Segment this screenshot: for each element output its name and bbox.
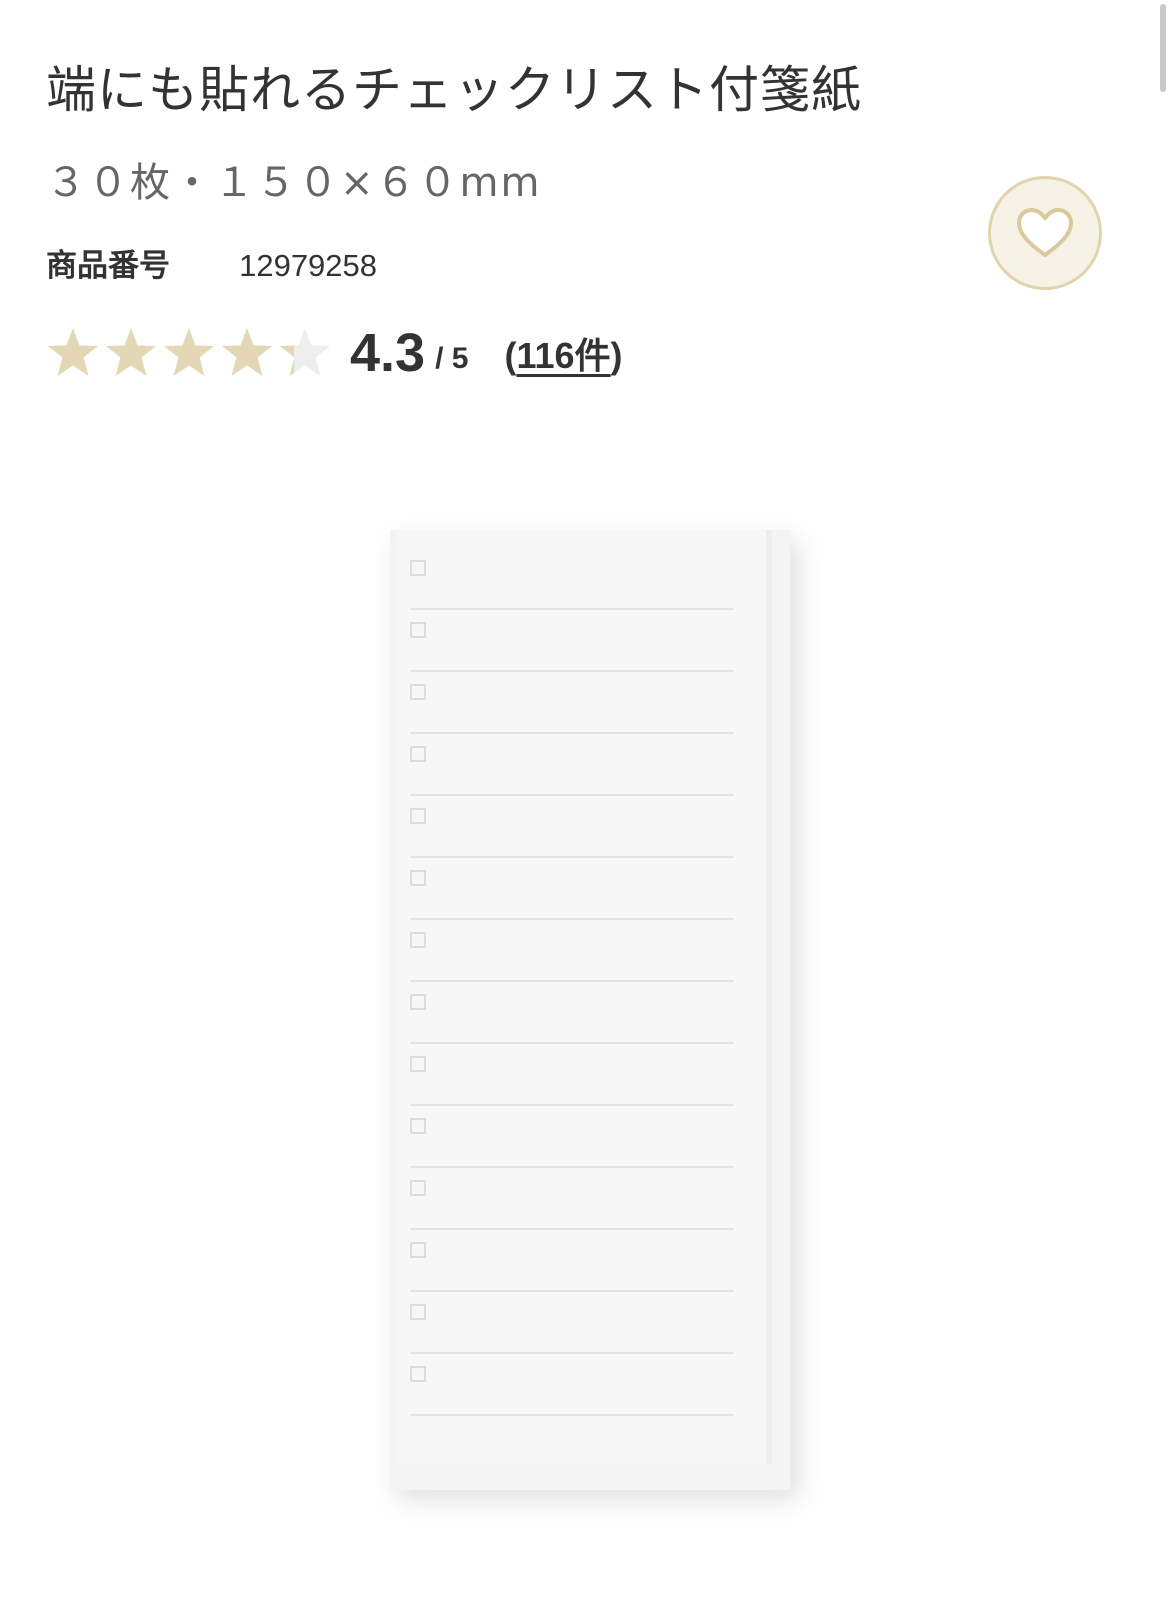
checkbox-icon bbox=[410, 1304, 426, 1320]
checkbox-icon bbox=[410, 994, 426, 1010]
product-code-label: 商品番号 bbox=[46, 248, 170, 284]
star-icon bbox=[106, 328, 156, 376]
checkbox-icon bbox=[410, 870, 426, 886]
checkbox-icon bbox=[410, 684, 426, 700]
review-count-open: ( bbox=[504, 335, 517, 376]
checklist-row bbox=[410, 858, 734, 920]
checkbox-icon bbox=[410, 808, 426, 824]
checklist-row bbox=[410, 1106, 734, 1168]
product-code-row: 商品番号 12979258 bbox=[46, 240, 377, 285]
checkbox-icon bbox=[410, 1366, 426, 1382]
star-icon bbox=[164, 328, 214, 376]
checkbox-icon bbox=[410, 932, 426, 948]
rating-score: 4.3 bbox=[350, 323, 426, 383]
product-code-value: 12979258 bbox=[239, 248, 378, 283]
checklist-row bbox=[410, 1044, 734, 1106]
checkbox-icon bbox=[410, 1056, 426, 1072]
checklist-row bbox=[410, 734, 734, 796]
checkbox-icon bbox=[410, 746, 426, 762]
checkbox-icon bbox=[410, 622, 426, 638]
checkbox-icon bbox=[410, 560, 426, 576]
checklist-row bbox=[410, 796, 734, 858]
scrollbar-thumb[interactable] bbox=[1160, 4, 1166, 92]
checklist-row bbox=[410, 920, 734, 982]
product-title: 端にも貼れるチェックリスト付箋紙 bbox=[46, 61, 862, 119]
checklist-row bbox=[410, 982, 734, 1044]
star-icon bbox=[222, 328, 272, 376]
rating-row: 4.3 / 5 (116件) bbox=[46, 320, 623, 386]
checklist-note bbox=[396, 530, 772, 1465]
review-count-link[interactable]: (116件) bbox=[504, 327, 622, 379]
checklist-row bbox=[410, 1230, 734, 1292]
favorite-button[interactable] bbox=[988, 176, 1102, 290]
review-count: 116件 bbox=[516, 335, 611, 376]
checklist-row bbox=[410, 610, 734, 672]
heart-icon bbox=[1017, 208, 1073, 257]
checkbox-icon bbox=[410, 1118, 426, 1134]
checklist-row bbox=[410, 672, 734, 734]
checklist-row bbox=[410, 1168, 734, 1230]
scrollbar[interactable] bbox=[1156, 0, 1170, 100]
product-image bbox=[360, 500, 880, 1520]
checklist-row bbox=[410, 1354, 734, 1416]
review-count-close: ) bbox=[610, 335, 623, 376]
rating-stars bbox=[46, 326, 332, 380]
checkbox-icon bbox=[410, 1180, 426, 1196]
star-icon bbox=[48, 328, 98, 376]
checkbox-icon bbox=[410, 1242, 426, 1258]
checklist-row bbox=[410, 1292, 734, 1354]
rating-max: / 5 bbox=[435, 342, 469, 375]
checklist-row bbox=[410, 548, 734, 610]
product-spec: ３０枚・１５０×６０mm bbox=[46, 160, 542, 206]
star-icon bbox=[280, 328, 330, 376]
